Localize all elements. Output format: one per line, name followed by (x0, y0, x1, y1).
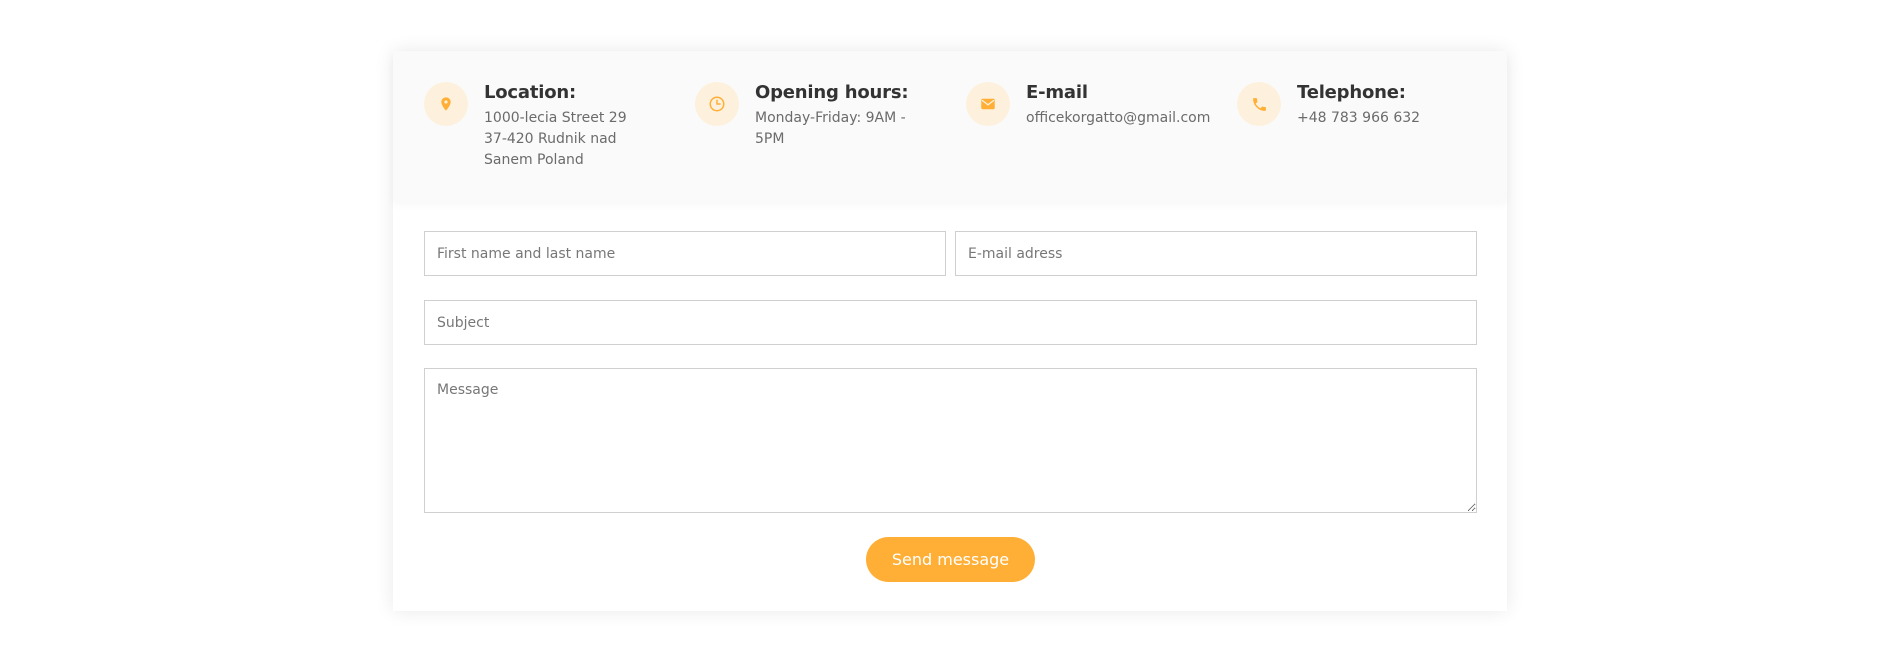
info-title-email: E-mail (1026, 82, 1088, 103)
info-text-opening-hours: Opening hours: Monday-Friday: 9AM - 5PM (755, 82, 955, 150)
info-text-email: E-mail officekorgatto@gmail.com (1026, 82, 1226, 129)
info-title-location: Location: (484, 82, 577, 103)
email-address[interactable]: officekorgatto@gmail.com (1026, 108, 1226, 129)
envelope-icon (966, 82, 1010, 126)
hours-line-2: 5PM (755, 131, 785, 147)
contact-card: Location: 1000-lecia Street 29 37-420 Ru… (393, 51, 1507, 611)
hours-line-1: Monday-Friday: 9AM - (755, 110, 906, 126)
info-text-location: Location: 1000-lecia Street 29 37-420 Ru… (484, 82, 684, 171)
clock-icon (695, 82, 739, 126)
telephone-number[interactable]: +48 783 966 632 (1297, 108, 1497, 129)
send-message-button[interactable]: Send message (866, 537, 1035, 582)
location-line-3: Sanem Poland (484, 152, 584, 168)
name-input[interactable] (424, 231, 946, 276)
info-title-telephone: Telephone: (1297, 82, 1406, 103)
message-textarea[interactable] (424, 368, 1477, 513)
phone-icon (1237, 82, 1281, 126)
info-text-telephone: Telephone: +48 783 966 632 (1297, 82, 1497, 129)
subject-input[interactable] (424, 300, 1477, 345)
info-title-opening-hours: Opening hours: (755, 82, 909, 103)
email-input[interactable] (955, 231, 1477, 276)
location-line-2: 37-420 Rudnik nad (484, 131, 617, 147)
location-pin-icon (424, 82, 468, 126)
contact-info-band: Location: 1000-lecia Street 29 37-420 Ru… (393, 51, 1507, 201)
location-line-1: 1000-lecia Street 29 (484, 110, 627, 126)
